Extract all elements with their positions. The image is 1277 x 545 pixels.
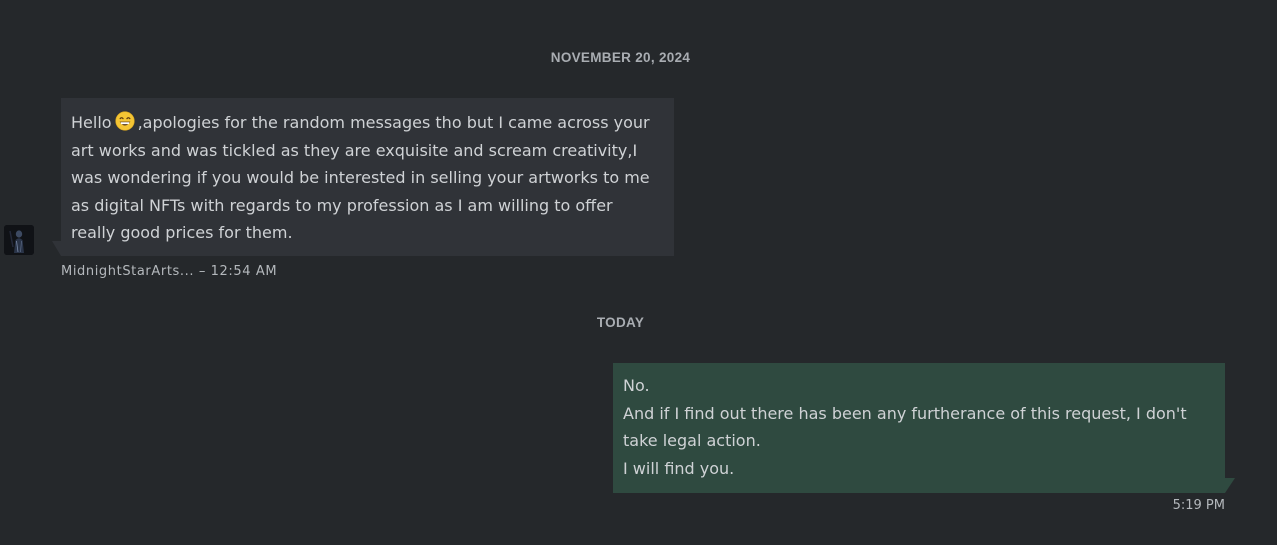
grinning-face-emoji-icon xyxy=(114,111,135,131)
meta-separator: – xyxy=(198,264,206,279)
message-line: take legal action. xyxy=(623,431,761,450)
message-line: was wondering if you would be interested… xyxy=(71,168,650,187)
message-line: And if I find out there has been any fur… xyxy=(623,403,1187,423)
avatar-figure-icon xyxy=(4,225,34,255)
message-line: really good prices for them. xyxy=(71,223,293,242)
sender-name[interactable]: MidnightStarArts... xyxy=(61,264,194,279)
message-time: 12:54 AM xyxy=(210,264,278,279)
chat-conversation: NOVEMBER 20, 2024 Hello ,apologies for t… xyxy=(0,0,1277,545)
incoming-message-meta: MidnightStarArts... – 12:54 AM xyxy=(61,264,277,279)
outgoing-message-time: 5:19 PM xyxy=(1172,498,1225,513)
date-separator-today: TODAY xyxy=(596,315,645,330)
message-text: ,apologies for the random messages tho b… xyxy=(137,113,650,132)
message-line: No. xyxy=(623,376,650,395)
message-line: I will find you. xyxy=(623,458,735,478)
incoming-message-bubble[interactable]: Hello ,apologies for the random messages… xyxy=(61,98,674,256)
sender-avatar[interactable] xyxy=(4,225,34,255)
outgoing-bubble-tail xyxy=(1225,478,1235,493)
date-separator-nov-20: NOVEMBER 20, 2024 xyxy=(550,50,691,65)
message-line: Hello ,apologies for the random messages… xyxy=(71,109,664,137)
message-text: Hello xyxy=(71,113,112,132)
message-line: as digital NFTs with regards to my profe… xyxy=(71,195,613,215)
incoming-bubble-tail xyxy=(52,241,61,256)
message-line: art works and was tickled as they are ex… xyxy=(71,140,638,160)
outgoing-message-bubble[interactable]: No. And if I find out there has been any… xyxy=(613,363,1225,493)
